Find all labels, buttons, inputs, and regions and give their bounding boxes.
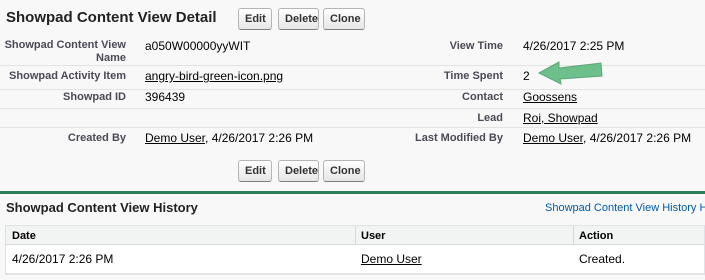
history-date-cell: 4/26/2017 2:26 PM	[12, 252, 114, 266]
lead-link[interactable]: Roi, Showpad	[523, 111, 598, 125]
view-time-value: 4/26/2017 2:25 PM	[523, 39, 625, 53]
content-view-name-label: Showpad Content View Name	[4, 39, 126, 64]
history-action-cell: Created.	[579, 252, 626, 266]
clone-button[interactable]: Clone	[323, 8, 365, 30]
last-modified-value: Demo User, 4/26/2017 2:26 PM	[523, 131, 691, 145]
row-divider	[0, 108, 705, 109]
delete-button-bottom[interactable]: Delete	[278, 160, 319, 182]
last-modified-label: Last Modified By	[414, 132, 503, 144]
content-view-detail-panel: Showpad Content View Detail Edit Delete …	[0, 0, 705, 191]
showpad-id-label: Showpad ID	[63, 91, 126, 103]
view-time-label: View Time	[449, 40, 503, 52]
column-header-user[interactable]: User	[361, 230, 385, 242]
table-header: Date User Action	[6, 226, 704, 245]
created-by-value: Demo User, 4/26/2017 2:26 PM	[145, 131, 313, 145]
lead-label: Lead	[477, 112, 503, 124]
history-user-link[interactable]: Demo User	[361, 252, 422, 266]
row-divider	[6, 273, 704, 274]
arrow-annotation-icon	[537, 61, 603, 85]
time-spent-label: Time Spent	[443, 70, 503, 82]
column-header-action[interactable]: Action	[579, 230, 613, 242]
page-title: Showpad Content View Detail	[6, 9, 217, 26]
created-by-label: Created By	[67, 132, 126, 144]
column-separator	[573, 226, 574, 245]
content-view-history-panel: Showpad Content View History Showpad Con…	[0, 194, 705, 280]
history-title: Showpad Content View History	[6, 200, 198, 215]
activity-item-link[interactable]: angry-bird-green-icon.png	[145, 69, 283, 83]
created-by-date: , 4/26/2017 2:26 PM	[205, 131, 314, 145]
last-modified-user-link[interactable]: Demo User	[523, 131, 583, 145]
contact-link[interactable]: Goossens	[523, 90, 577, 104]
history-table: Date User Action 4/26/2017 2:26 PM Demo …	[5, 225, 705, 275]
activity-item-label: Showpad Activity Item	[9, 70, 126, 82]
column-separator	[355, 226, 356, 245]
showpad-id-value: 396439	[145, 90, 186, 104]
created-by-user-link[interactable]: Demo User	[145, 131, 205, 145]
last-modified-date: , 4/26/2017 2:26 PM	[583, 131, 692, 145]
row-divider	[0, 127, 705, 128]
content-view-name-value: a050W00000yyWIT	[145, 39, 251, 53]
contact-label: Contact	[462, 91, 503, 103]
time-spent-value: 2	[523, 69, 530, 83]
delete-button[interactable]: Delete	[278, 8, 319, 30]
history-help-link[interactable]: Showpad Content View History H	[545, 202, 705, 214]
column-header-date[interactable]: Date	[12, 230, 36, 242]
edit-button[interactable]: Edit	[238, 8, 272, 30]
row-divider	[0, 89, 705, 90]
edit-button-bottom[interactable]: Edit	[238, 160, 272, 182]
clone-button-bottom[interactable]: Clone	[323, 160, 365, 182]
